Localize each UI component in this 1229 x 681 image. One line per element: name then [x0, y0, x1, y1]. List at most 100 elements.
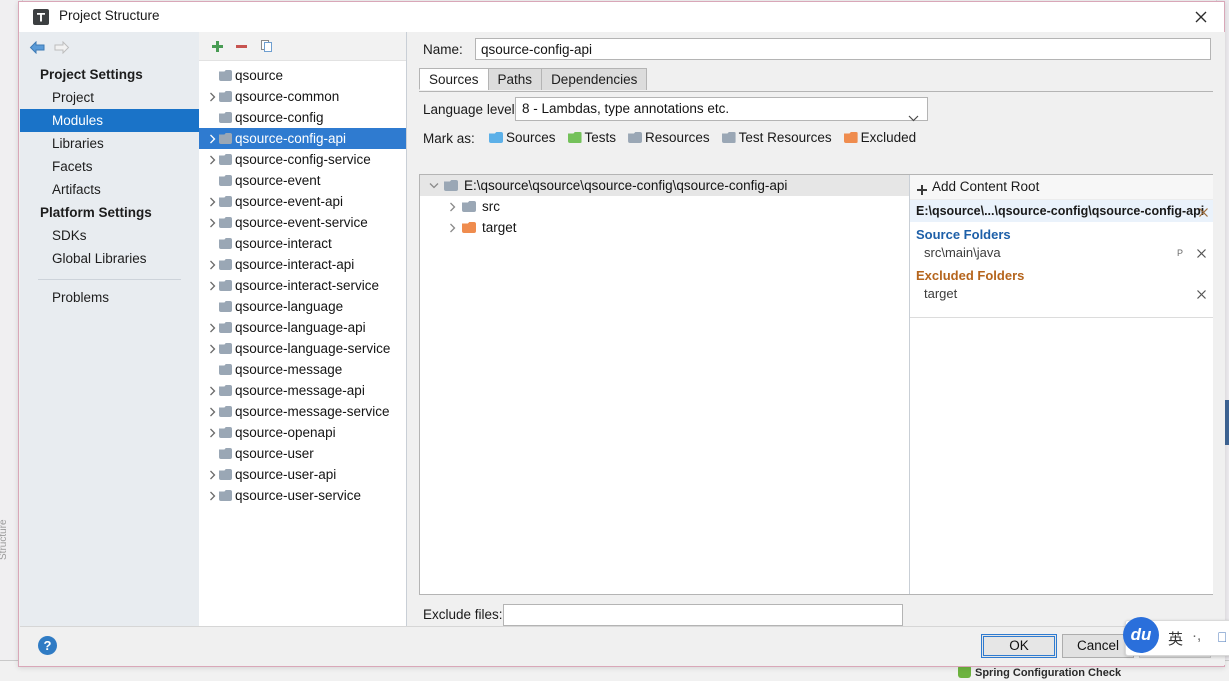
chevron-right-icon[interactable]: [207, 401, 217, 422]
module-list-item[interactable]: qsource-common: [199, 86, 406, 107]
plus-icon[interactable]: [207, 36, 228, 56]
content-root-tree-row[interactable]: E:\qsource\qsource\qsource-config\qsourc…: [420, 175, 909, 196]
chevron-right-icon[interactable]: [446, 217, 458, 238]
sidebar-item-global-libraries[interactable]: Global Libraries: [20, 247, 199, 270]
chevron-right-icon[interactable]: [207, 86, 217, 107]
module-folder-icon: [219, 259, 232, 270]
module-list-item[interactable]: qsource-event: [199, 170, 406, 191]
minus-icon[interactable]: [231, 36, 252, 56]
module-label: qsource-user-api: [235, 467, 337, 482]
tab-sources[interactable]: Sources: [419, 68, 489, 90]
arrow-right-icon[interactable]: [50, 38, 72, 56]
excluded-folder-entry[interactable]: target: [910, 284, 1213, 304]
close-icon[interactable]: [1178, 2, 1224, 32]
module-list-item[interactable]: qsource-interact-api: [199, 254, 406, 275]
module-list-item[interactable]: qsource-user-service: [199, 485, 406, 506]
module-list-item[interactable]: qsource-user: [199, 443, 406, 464]
chevron-right-icon[interactable]: [207, 191, 217, 212]
module-list-item[interactable]: qsource-config-service: [199, 149, 406, 170]
baidu-ime-logo-icon[interactable]: du: [1123, 617, 1159, 653]
module-list-item[interactable]: qsource-event-service: [199, 212, 406, 233]
content-roots-area: E:\qsource\qsource\qsource-config\qsourc…: [419, 174, 1213, 595]
module-folder-icon: [219, 133, 232, 144]
vertical-tab-structure[interactable]: Structure: [0, 519, 9, 560]
chevron-right-icon[interactable]: [207, 338, 217, 359]
module-list-item[interactable]: qsource-language: [199, 296, 406, 317]
content-root-tree-row[interactable]: target: [420, 217, 909, 238]
module-list-item[interactable]: qsource-message-service: [199, 401, 406, 422]
sidebar-item-modules[interactable]: Modules: [20, 109, 199, 132]
module-label: qsource-event-service: [235, 215, 368, 230]
module-list-item[interactable]: qsource: [199, 65, 406, 86]
properties-icon[interactable]: P: [1177, 245, 1189, 265]
dialog-footer: ? OK Cancel Apply: [20, 626, 1225, 665]
keyboard-icon[interactable]: ⎕: [1218, 629, 1226, 646]
close-icon[interactable]: [1198, 203, 1209, 222]
module-name-input[interactable]: [475, 38, 1211, 60]
folder-icon: [462, 201, 476, 212]
close-icon[interactable]: [1196, 245, 1207, 265]
mark-as-sources[interactable]: Sources: [489, 130, 556, 145]
module-list-item[interactable]: qsource-event-api: [199, 191, 406, 212]
sidebar-item-facets[interactable]: Facets: [20, 155, 199, 178]
module-folder-icon: [219, 196, 232, 207]
ime-mode-toggle[interactable]: 英: [1168, 628, 1183, 649]
sidebar-item-sdks[interactable]: SDKs: [20, 224, 199, 247]
module-list-item[interactable]: qsource-interact-service: [199, 275, 406, 296]
tab-paths[interactable]: Paths: [487, 68, 543, 90]
language-level-select[interactable]: 8 - Lambdas, type annotations etc.: [515, 97, 928, 122]
chevron-right-icon[interactable]: [207, 464, 217, 485]
chevron-right-icon[interactable]: [446, 196, 458, 217]
help-icon[interactable]: ?: [38, 636, 57, 655]
sidebar-item-problems[interactable]: Problems: [20, 286, 199, 309]
close-icon[interactable]: [1196, 286, 1207, 306]
arrow-left-icon[interactable]: [26, 38, 48, 56]
module-list-item[interactable]: qsource-message: [199, 359, 406, 380]
ellipsis-icon[interactable]: ·,: [1192, 627, 1201, 644]
language-level-value: 8 - Lambdas, type annotations etc.: [522, 101, 730, 116]
content-root-tree-row[interactable]: src: [420, 196, 909, 217]
module-label: qsource-config-api: [235, 131, 347, 146]
chevron-right-icon[interactable]: [207, 380, 217, 401]
module-label: qsource-language: [235, 299, 344, 314]
exclude-files-input[interactable]: [503, 604, 903, 626]
module-list-item[interactable]: qsource-language-api: [199, 317, 406, 338]
chevron-right-icon[interactable]: [207, 275, 217, 296]
sidebar-item-libraries[interactable]: Libraries: [20, 132, 199, 155]
chevron-right-icon[interactable]: [207, 422, 217, 443]
module-list-item[interactable]: qsource-interact: [199, 233, 406, 254]
module-list-item[interactable]: qsource-openapi: [199, 422, 406, 443]
module-list-item[interactable]: qsource-config-api: [199, 128, 406, 149]
ime-floating-toolbar[interactable]: du 英 ·, ⎕: [1123, 617, 1229, 656]
mark-as-row: Mark as: Sources Tests Resources Test Resou…: [407, 126, 1225, 152]
mark-as-test-resources[interactable]: Test Resources: [722, 130, 832, 145]
module-list-item[interactable]: qsource-language-service: [199, 338, 406, 359]
module-list-item[interactable]: qsource-config: [199, 107, 406, 128]
module-label: qsource-message: [235, 362, 343, 377]
chevron-right-icon[interactable]: [207, 254, 217, 275]
svg-text:P: P: [1177, 248, 1183, 258]
add-content-root-button[interactable]: Add Content Root: [910, 175, 1213, 200]
chevron-right-icon[interactable]: [207, 212, 217, 233]
status-bar-message: Spring Configuration Check: [975, 667, 1122, 679]
module-list-item[interactable]: qsource-user-api: [199, 464, 406, 485]
sidebar-item-artifacts[interactable]: Artifacts: [20, 178, 199, 201]
ok-button[interactable]: OK: [981, 634, 1057, 658]
mark-as-tests[interactable]: Tests: [568, 130, 617, 145]
module-list-item[interactable]: qsource-message-api: [199, 380, 406, 401]
module-tabs: Sources Paths Dependencies: [419, 68, 1213, 92]
chevron-right-icon[interactable]: [207, 128, 217, 149]
source-folder-entry[interactable]: src\main\java P: [910, 243, 1213, 263]
chevron-right-icon[interactable]: [207, 317, 217, 338]
module-folder-icon: [219, 175, 232, 186]
content-root-tree-label: target: [482, 220, 517, 235]
copy-icon[interactable]: [256, 36, 277, 56]
chevron-down-icon[interactable]: [428, 175, 440, 196]
chevron-right-icon[interactable]: [207, 149, 217, 170]
sidebar-item-project[interactable]: Project: [20, 86, 199, 109]
content-root-path-row[interactable]: E:\qsource\...\qsource-config\qsource-co…: [910, 200, 1213, 222]
mark-as-excluded[interactable]: Excluded: [844, 130, 917, 145]
chevron-right-icon[interactable]: [207, 485, 217, 506]
tab-dependencies[interactable]: Dependencies: [541, 68, 648, 90]
mark-as-resources[interactable]: Resources: [628, 130, 710, 145]
